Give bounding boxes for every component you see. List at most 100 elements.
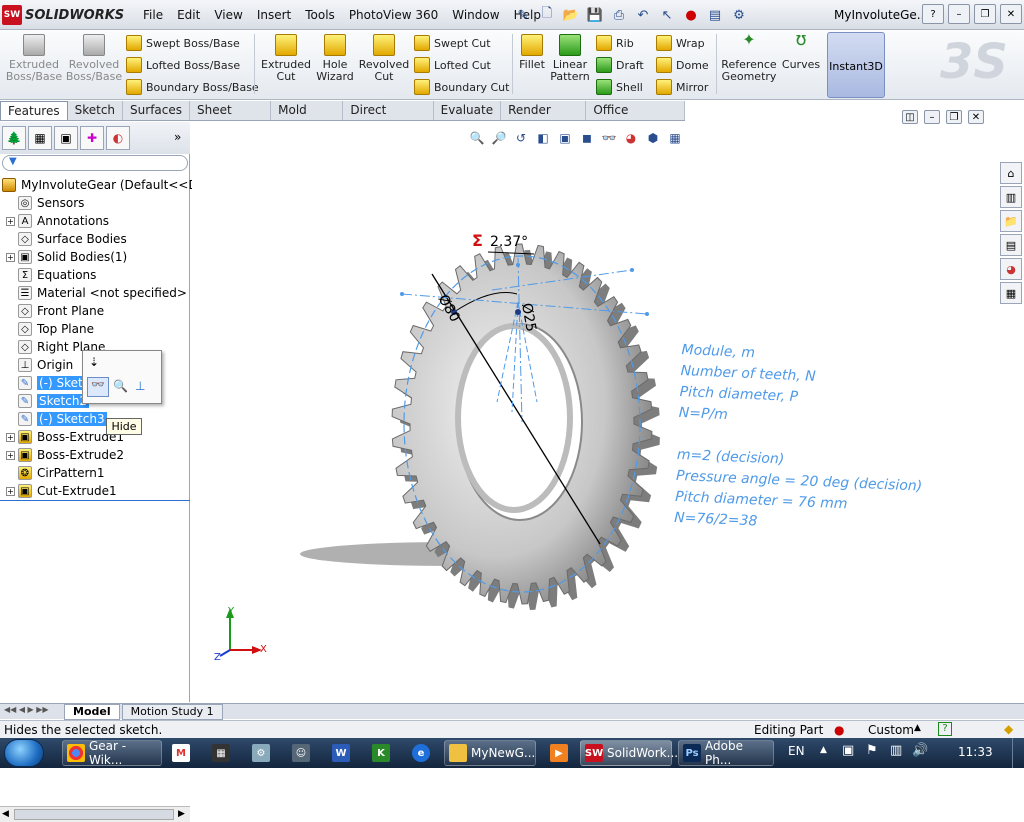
zoom-to-area-icon[interactable]: 🔎 [490,129,508,147]
new-document-icon[interactable]: 🗋 [536,4,558,26]
custom-properties-icon[interactable]: ▦ [1000,282,1022,304]
expand-plus-icon[interactable]: + [6,216,15,226]
expand-plus-icon[interactable]: + [6,450,15,460]
view-orientation-icon[interactable]: ▣ [556,129,574,147]
tab-sheet-metal[interactable]: Sheet Metal [190,101,272,136]
tag-icon[interactable]: ◆ [1004,722,1013,736]
shell-button[interactable]: Shell [596,76,643,98]
taskbar-chrome[interactable]: Gear - Wik... [62,739,162,767]
volume-icon[interactable]: 🔊 [912,743,928,758]
swept-cut-button[interactable]: Swept Cut [414,32,491,54]
appearances-scenes-icon[interactable]: ◕ [1000,258,1022,280]
close-button[interactable]: ✕ [1000,4,1022,24]
file-explorer-icon[interactable]: 📁 [1000,210,1022,232]
tab-nav-arrows[interactable]: ◀◀ ◀ ▶ ▶▶ [0,705,62,719]
lofted-boss-button[interactable]: Lofted Boss/Base [126,54,240,76]
tab-features[interactable]: Features [0,101,68,120]
curves-button[interactable]: ʊ Curves [778,31,824,96]
wrap-button[interactable]: Wrap [656,32,705,54]
viewport-minimize-button[interactable]: – [924,110,940,124]
undo-icon[interactable]: ↶ [632,4,654,26]
expand-panel-chevron-icon[interactable]: » [174,130,181,144]
revolved-cut-button[interactable]: Revolved Cut [356,34,412,96]
scroll-left-icon[interactable]: ◀ [2,809,9,819]
instant3d-button[interactable]: Instant3D [827,32,885,98]
tree-item[interactable]: + ▣ Cut-Extrude1 [6,482,117,500]
show-desktop-button[interactable] [1012,738,1024,768]
tree-item[interactable]: ✎ Sketch2 [6,392,90,410]
tab-evaluate[interactable]: Evaluate [434,101,502,120]
display-manager-icon[interactable]: ◐ [106,126,130,150]
taskbar-app[interactable]: K [368,740,392,766]
feature-tree-icon[interactable]: 🌲 [2,126,26,150]
options-gear-icon[interactable]: ⚙ [728,4,750,26]
taskbar-word[interactable]: W [328,740,352,766]
hide-show-items-icon[interactable]: 👓 [600,129,618,147]
zoom-to-selection-icon[interactable]: 🔍 [113,379,128,393]
tree-item[interactable]: ✎ (-) Sketch3 [6,410,107,428]
save-icon[interactable]: 💾 [584,4,606,26]
tab-office-products[interactable]: Office Products [586,101,685,136]
taskbar-app[interactable]: ⚙ [248,740,272,766]
tree-root-part[interactable]: MyInvoluteGear (Default<<Def [2,176,209,194]
design-library-icon[interactable]: ▥ [1000,186,1022,208]
menu-edit[interactable]: Edit [170,0,207,30]
menu-tools[interactable]: Tools [298,0,342,30]
solidworks-logo[interactable]: SW SOLIDWORKS [2,4,126,26]
tab-render-tools[interactable]: Render Tools [501,101,587,136]
open-folder-icon[interactable]: 📂 [560,4,582,26]
tab-model[interactable]: Model [64,703,120,720]
tree-item[interactable]: + ▣ Solid Bodies(1) [6,248,127,266]
tree-filter-input[interactable]: ▼ [2,155,188,171]
select-cursor-icon[interactable]: ↖ [656,4,678,26]
rebuild-traffic-light-icon[interactable]: ● [680,4,702,26]
reference-geometry-button[interactable]: ✦ Reference Geometry [720,32,778,96]
language-indicator[interactable]: EN [788,744,805,758]
rollback-bar[interactable] [0,500,190,501]
tab-motion-study[interactable]: Motion Study 1 [121,703,223,720]
tab-sketch[interactable]: Sketch [68,101,124,120]
tree-item[interactable]: ◇ Surface Bodies [6,230,127,248]
section-view-icon[interactable]: ◧ [534,129,552,147]
start-button[interactable] [4,739,44,767]
tab-surfaces[interactable]: Surfaces [123,101,191,120]
expand-plus-icon[interactable]: + [6,486,15,496]
previous-view-icon[interactable]: ↺ [512,129,530,147]
solidworks-resources-home-icon[interactable]: ⌂ [1000,162,1022,184]
menu-photoview[interactable]: PhotoView 360 [342,0,445,30]
extruded-boss-button[interactable]: Extruded Boss/Base [6,34,62,96]
taskbar-solidworks[interactable]: SW SolidWork... [580,740,678,766]
rib-button[interactable]: Rib [596,32,634,54]
expand-plus-icon[interactable]: + [6,252,15,262]
tab-direct-editing[interactable]: Direct Editing [343,101,434,136]
menu-view[interactable]: View [207,0,249,30]
taskbar-photoshop[interactable]: Ps Adobe Ph... [678,739,774,767]
property-manager-icon[interactable]: ▦ [28,126,52,150]
draft-button[interactable]: Draft [596,54,644,76]
revolved-boss-button[interactable]: Revolved Boss/Base [66,34,122,96]
viewport-close-button[interactable]: ✕ [968,110,984,124]
horizontal-scrollbar[interactable]: ◀ ▶ [0,806,190,822]
boundary-boss-button[interactable]: Boundary Boss/Base [126,76,259,98]
configuration-manager-icon[interactable]: ▣ [54,126,78,150]
rollback-icon[interactable]: ⇣ [89,355,105,371]
fillet-button[interactable]: Fillet [516,34,548,96]
restore-button[interactable]: ❐ [974,4,996,24]
hide-glasses-icon[interactable]: 👓 [87,377,109,397]
print-icon[interactable]: ⎙ [608,4,630,26]
tree-item[interactable]: ◎ Sensors [6,194,84,212]
help-icon[interactable]: ? [938,722,952,736]
viewport-restore-button[interactable]: ❐ [946,110,962,124]
taskbar-folder[interactable]: MyNewG... [444,740,536,766]
extruded-cut-button[interactable]: Extruded Cut [258,34,314,96]
menu-file[interactable]: File [136,0,170,30]
display-style-icon[interactable]: ◼ [578,129,596,147]
mirror-button[interactable]: Mirror [656,76,708,98]
taskbar-ie[interactable]: e [408,740,432,766]
scroll-right-icon[interactable]: ▶ [178,809,185,819]
taskbar-gmail[interactable]: M [168,740,192,766]
expand-plus-icon[interactable]: + [6,432,15,442]
taskbar-media[interactable]: ▶ [546,740,570,766]
zoom-to-fit-icon[interactable]: 🔍 [468,129,486,147]
boundary-cut-button[interactable]: Boundary Cut [414,76,509,98]
